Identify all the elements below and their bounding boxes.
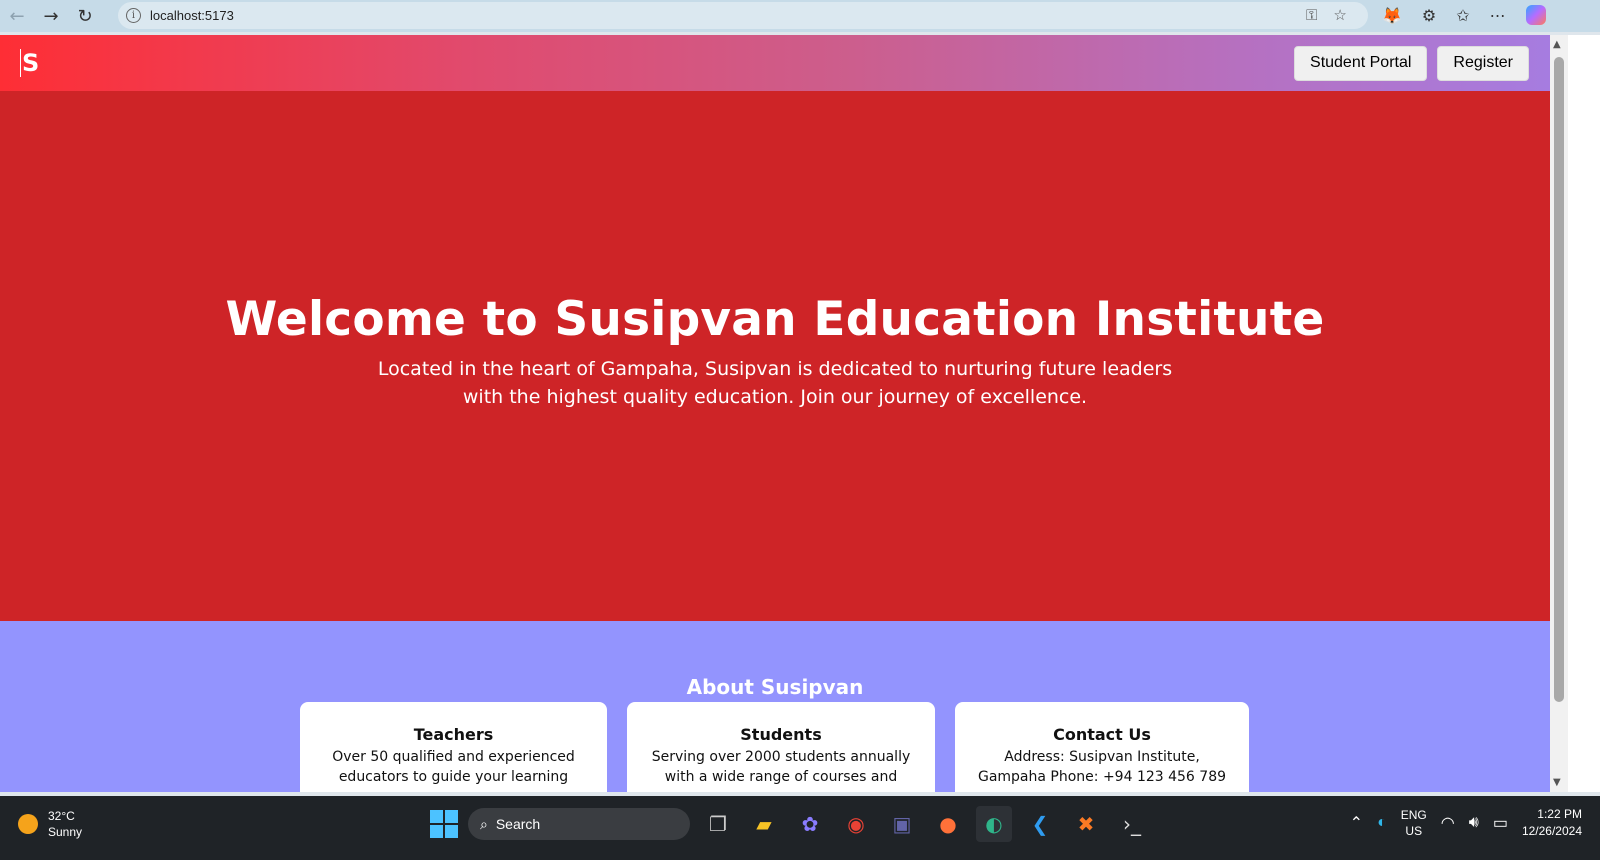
volume-icon[interactable]: 🔊︎ <box>1469 814 1479 832</box>
clock-time: 1:22 PM <box>1537 807 1582 821</box>
about-section: About Susipvan Teachers Over 50 qualifie… <box>0 621 1550 792</box>
chevron-up-icon[interactable]: ⌃ <box>1350 813 1363 833</box>
task-view-icon[interactable]: ❐ <box>700 806 736 842</box>
copilot-icon[interactable] <box>1525 5 1546 25</box>
info-icon[interactable]: i <box>126 8 141 23</box>
scroll-thumb[interactable] <box>1554 57 1564 702</box>
lang-2: US <box>1405 824 1423 838</box>
weather-text: 32°C Sunny <box>48 808 82 840</box>
page-scrollbar[interactable]: ▲ ▼ <box>1550 35 1568 792</box>
edge-tray-icon[interactable]: ◐ <box>1377 814 1387 832</box>
card-teachers: Teachers Over 50 qualified and experienc… <box>300 702 607 792</box>
key-icon[interactable]: ⚿ <box>1306 6 1317 24</box>
xampp-icon[interactable]: ✖ <box>1068 806 1104 842</box>
scroll-up-icon[interactable]: ▲ <box>1553 39 1561 50</box>
refresh-icon[interactable]: ↻ <box>68 1 102 31</box>
card-title: Students <box>740 725 822 744</box>
page-viewport: S Student Portal Register Welcome to Sus… <box>0 35 1550 792</box>
metamask-extension-icon[interactable]: 🦊 <box>1382 6 1402 25</box>
extensions-icon[interactable]: ⚙ <box>1422 6 1436 25</box>
clock-date: 12/26/2024 <box>1521 824 1582 838</box>
windows-taskbar: 32°C Sunny ⌕ Search ❐ ▰ ✿ ◉ ▣ ● ◐ ❮ ✖ ›_… <box>0 796 1600 860</box>
card-text: Serving over 2000 students annually with… <box>651 749 911 785</box>
terminal-icon[interactable]: ›_ <box>1114 806 1150 842</box>
forward-arrow-icon[interactable]: → <box>34 1 68 31</box>
site-logo[interactable]: S <box>20 49 39 77</box>
back-arrow-icon[interactable]: ← <box>0 1 34 31</box>
url-text[interactable]: localhost:5173 <box>150 8 234 23</box>
card-text: Over 50 qualified and experienced educat… <box>332 749 575 785</box>
favorite-star-icon[interactable]: ☆ <box>1333 6 1346 24</box>
weather-widget[interactable]: 32°C Sunny <box>18 808 82 840</box>
lang-1: ENG <box>1400 808 1427 822</box>
register-button[interactable]: Register <box>1437 45 1529 81</box>
language-indicator[interactable]: ENG US <box>1401 807 1427 839</box>
edge-icon[interactable]: ◐ <box>976 806 1012 842</box>
copilot-app-icon[interactable]: ✿ <box>792 806 828 842</box>
teams-icon[interactable]: ▣ <box>884 806 920 842</box>
card-contact: Contact Us Address: Susipvan Institute, … <box>955 702 1249 792</box>
wifi-icon[interactable]: ◠ <box>1441 813 1455 833</box>
card-text: Address: Susipvan Institute, Gampaha Pho… <box>977 749 1227 785</box>
sun-icon <box>18 814 38 834</box>
taskbar-search[interactable]: ⌕ Search <box>468 808 690 840</box>
taskbar-apps: ⌕ Search ❐ ▰ ✿ ◉ ▣ ● ◐ ❮ ✖ ›_ <box>430 806 1150 842</box>
student-portal-button[interactable]: Student Portal <box>1294 45 1428 81</box>
card-students: Students Serving over 2000 students annu… <box>627 702 935 792</box>
search-icon: ⌕ <box>480 815 488 832</box>
windows-start-icon[interactable] <box>430 810 458 838</box>
hero-section: Welcome to Susipvan Education Institute … <box>0 91 1550 621</box>
browser-toolbar: ← → ↻ i localhost:5173 ⚿ ☆ 🦊 ⚙ ✩ ⋯ <box>0 0 1600 32</box>
search-label: Search <box>495 816 541 832</box>
clock[interactable]: 1:22 PM 12/26/2024 <box>1522 806 1582 840</box>
site-header: S Student Portal Register <box>0 35 1550 91</box>
file-explorer-icon[interactable]: ▰ <box>746 806 782 842</box>
hero-title: Welcome to Susipvan Education Institute <box>225 291 1325 347</box>
card-title: Contact Us <box>1053 725 1151 744</box>
address-bar[interactable]: i localhost:5173 <box>118 2 1368 29</box>
system-tray: ⌃ ◐ ENG US ◠ 🔊︎ ▭ 1:22 PM 12/26/2024 <box>1350 806 1582 840</box>
more-menu-icon[interactable]: ⋯ <box>1490 6 1506 25</box>
about-title: About Susipvan <box>686 675 864 699</box>
about-cards: Teachers Over 50 qualified and experienc… <box>300 702 1249 792</box>
favorites-icon[interactable]: ✩ <box>1456 6 1469 25</box>
weather-temp: 32°C <box>48 809 75 823</box>
scroll-down-icon[interactable]: ▼ <box>1553 777 1561 788</box>
right-gutter <box>1568 35 1600 792</box>
firefox-icon[interactable]: ● <box>930 806 966 842</box>
battery-icon[interactable]: ▭ <box>1493 813 1508 833</box>
vscode-icon[interactable]: ❮ <box>1022 806 1058 842</box>
card-title: Teachers <box>413 725 494 744</box>
chrome-icon[interactable]: ◉ <box>838 806 874 842</box>
hero-text: Located in the heart of Gampaha, Susipva… <box>377 357 1173 408</box>
header-nav: Student Portal Register <box>1294 45 1529 81</box>
weather-desc: Sunny <box>48 825 83 839</box>
